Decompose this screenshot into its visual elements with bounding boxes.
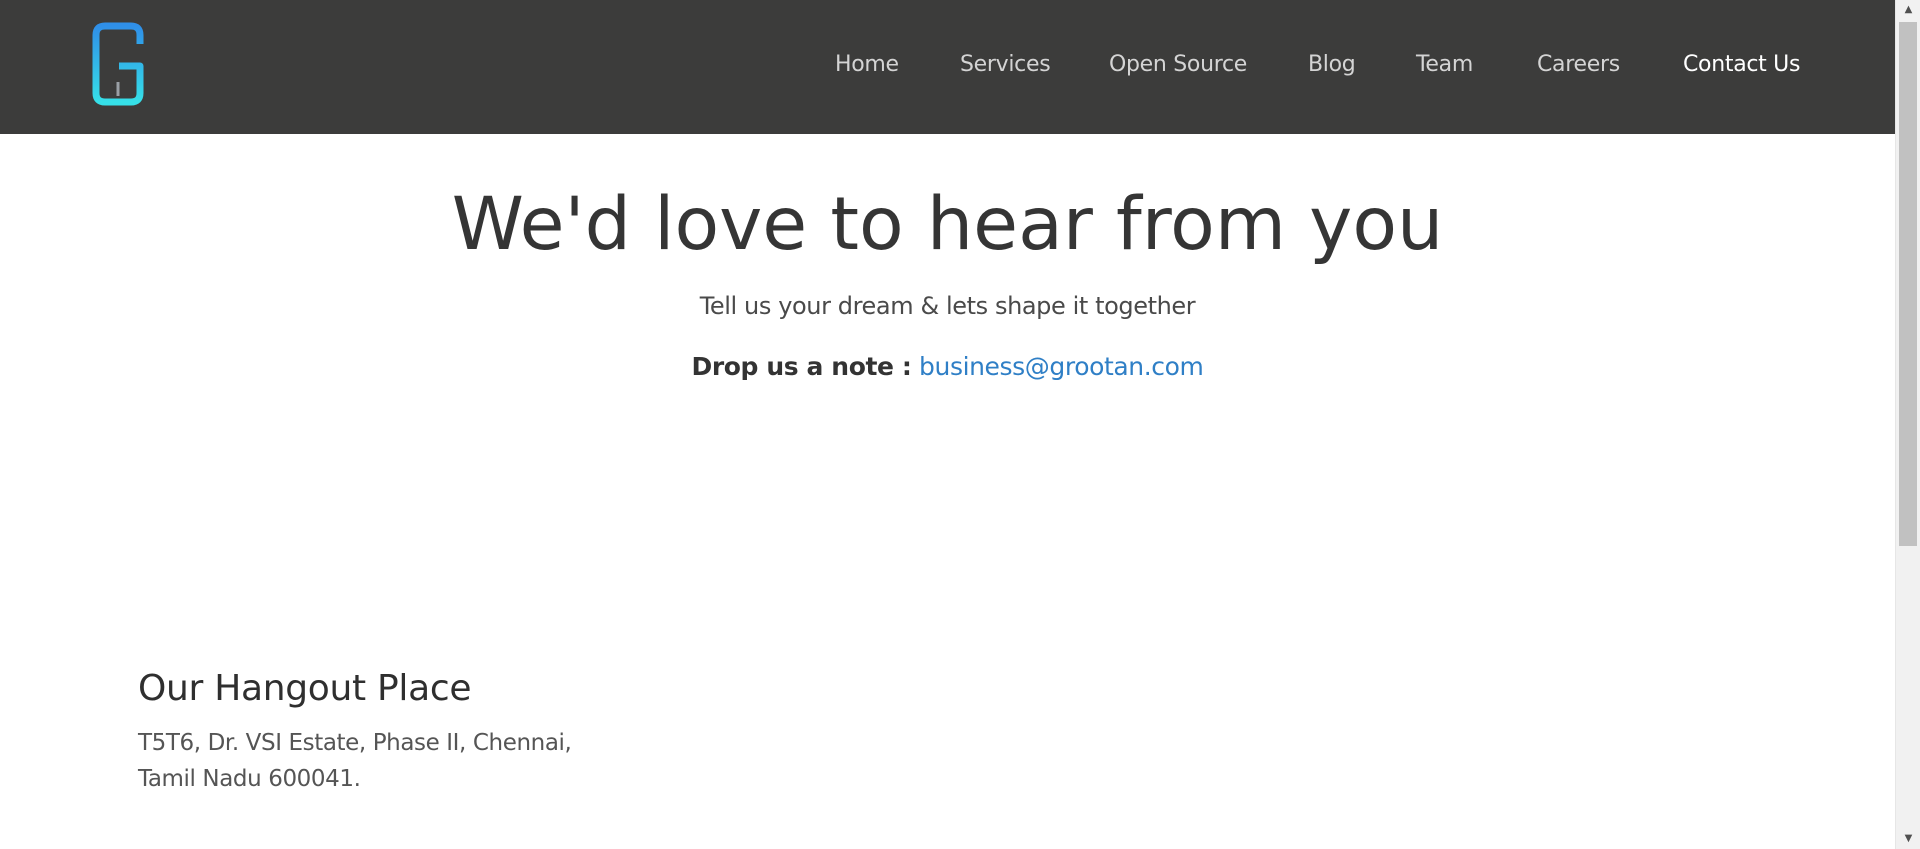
- hangout-heading: Our Hangout Place: [138, 668, 472, 709]
- nav-services[interactable]: Services: [960, 52, 1051, 77]
- nav-home[interactable]: Home: [835, 52, 899, 77]
- note-label: Drop us a note :: [691, 352, 912, 381]
- scroll-down-arrow-icon[interactable]: ▼: [1896, 829, 1920, 849]
- vertical-scrollbar[interactable]: ▲ ▼: [1895, 0, 1920, 849]
- address-line-2: Tamil Nadu 600041.: [138, 766, 361, 792]
- page-title: We'd love to hear from you: [451, 182, 1444, 267]
- nav-careers[interactable]: Careers: [1537, 52, 1620, 77]
- address-line-1: T5T6, Dr. VSI Estate, Phase II, Chennai,: [138, 730, 572, 756]
- contact-note: Drop us a note : business@grootan.com: [0, 352, 1895, 381]
- nav-blog[interactable]: Blog: [1308, 52, 1356, 77]
- nav-open-source[interactable]: Open Source: [1109, 52, 1247, 77]
- site-header: Home Services Open Source Blog Team Care…: [0, 0, 1895, 134]
- page-subtitle: Tell us your dream & lets shape it toget…: [699, 292, 1196, 320]
- nav-contact-us[interactable]: Contact Us: [1683, 52, 1800, 77]
- nav-team[interactable]: Team: [1416, 52, 1473, 77]
- main-nav: Home Services Open Source Blog Team Care…: [0, 52, 1895, 82]
- scroll-up-arrow-icon[interactable]: ▲: [1896, 0, 1920, 20]
- email-link[interactable]: business@grootan.com: [919, 352, 1204, 381]
- scrollbar-thumb[interactable]: [1899, 22, 1917, 546]
